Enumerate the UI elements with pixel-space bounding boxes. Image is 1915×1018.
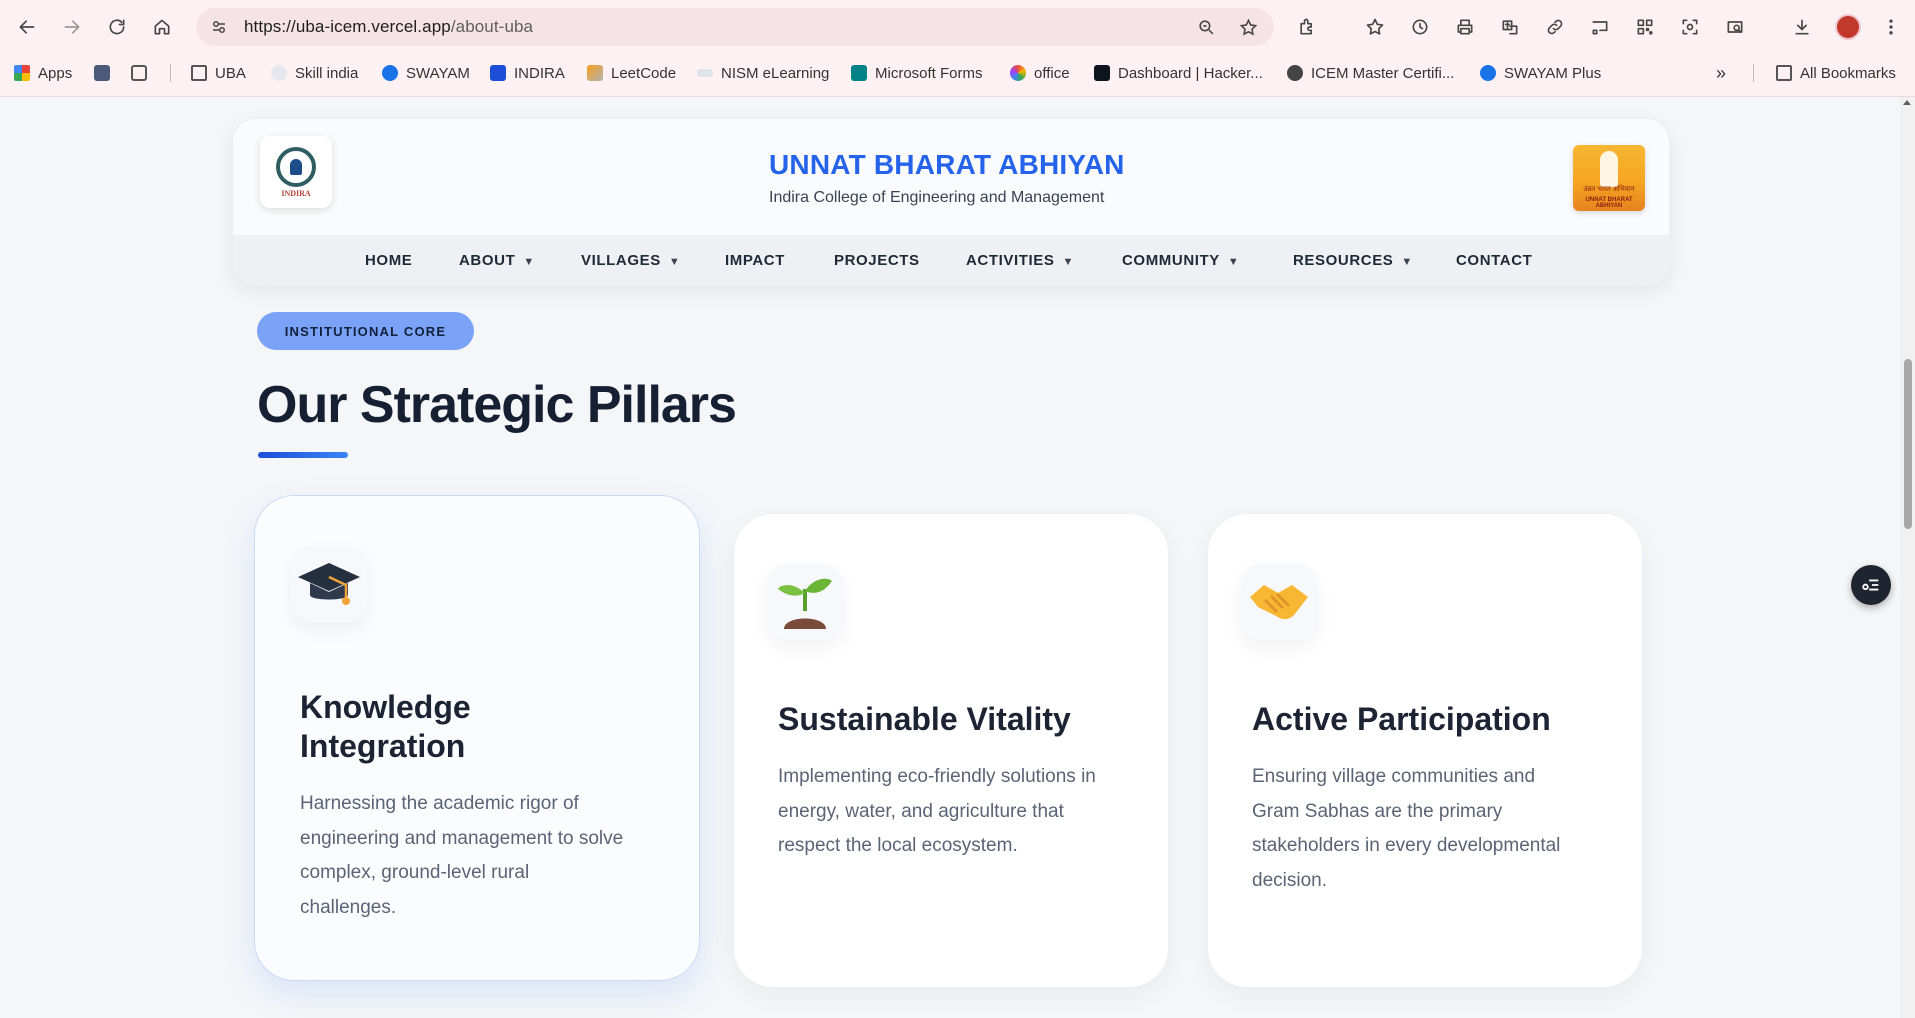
skill-india-icon	[271, 65, 287, 81]
translate-icon[interactable]	[1494, 11, 1526, 43]
indira-icon	[490, 65, 506, 81]
scroll-up-arrow-icon[interactable]	[1903, 100, 1911, 105]
pillar-card-knowledge[interactable]: Knowledge Integration Harnessing the aca…	[254, 495, 700, 981]
forward-icon[interactable]	[56, 11, 88, 43]
site-subtitle: Indira College of Engineering and Manage…	[769, 189, 1105, 206]
more-bookmarks-icon[interactable]: »	[1716, 56, 1726, 90]
url-text[interactable]: https://uba-icem.vercel.app/about-uba	[244, 17, 533, 37]
bookmark-nism[interactable]: NISM eLearning	[697, 56, 829, 90]
home-icon[interactable]	[146, 11, 178, 43]
bookmark-leetcode[interactable]: LeetCode	[587, 56, 676, 90]
title-underline	[258, 452, 348, 458]
leetcode-icon	[587, 65, 603, 81]
nav-about[interactable]: ABOUT ▼	[459, 252, 535, 269]
print-icon[interactable]	[1449, 11, 1481, 43]
graduation-cap-icon	[291, 546, 367, 622]
nav-activities[interactable]: ACTIVITIES ▼	[966, 252, 1074, 269]
bookmark-skill-india[interactable]: Skill india	[271, 56, 358, 90]
seedling-icon	[767, 564, 843, 640]
pillar-description: Ensuring village communities and Gram Sa…	[1252, 766, 1561, 891]
tab-groups-icon	[131, 65, 147, 81]
back-icon[interactable]	[11, 11, 43, 43]
forms-icon	[851, 65, 867, 81]
bookmark-square-app[interactable]	[94, 56, 110, 90]
dropdown-caret-icon: ▼	[1227, 256, 1240, 268]
bookmark-star-icon[interactable]	[1234, 13, 1262, 41]
bookmark-microsoft-forms[interactable]: Microsoft Forms	[851, 56, 983, 90]
apps-grid-icon	[14, 65, 30, 81]
nav-projects[interactable]: PROJECTS	[834, 252, 920, 269]
nav-contact[interactable]: CONTACT	[1456, 252, 1532, 269]
profile-avatar[interactable]	[1835, 14, 1861, 40]
hackerrank-icon	[1094, 65, 1110, 81]
menu-kebab-icon[interactable]	[1875, 11, 1907, 43]
bookmark-hackerrank[interactable]: Dashboard | Hacker...	[1094, 56, 1263, 90]
office-icon	[1010, 65, 1026, 81]
nism-icon	[697, 69, 713, 77]
screenshot-icon[interactable]	[1674, 11, 1706, 43]
site-title[interactable]: UNNAT BHARAT ABHIYAN	[769, 149, 1125, 181]
nav-home[interactable]: HOME	[365, 252, 412, 269]
bookmark-swayam[interactable]: SWAYAM	[382, 56, 470, 90]
gandhi-figure-icon	[1600, 151, 1618, 187]
nav-impact[interactable]: IMPACT	[725, 252, 785, 269]
pillar-description: Harnessing the academic rigor of enginee…	[300, 793, 624, 918]
lens-search-icon[interactable]	[1719, 11, 1751, 43]
pillar-title: Sustainable Vitality	[778, 701, 1071, 737]
bookmark-all-bookmarks[interactable]: All Bookmarks	[1776, 56, 1896, 90]
page-content: INDIRA UNNAT BHARAT ABHIYAN Indira Colle…	[0, 97, 1915, 1018]
dropdown-caret-icon: ▼	[1401, 256, 1413, 268]
copy-link-icon[interactable]	[1539, 11, 1571, 43]
bookmark-apps[interactable]: Apps	[14, 56, 72, 90]
pillar-title: Active Participation	[1252, 701, 1551, 737]
extensions-icon[interactable]	[1291, 11, 1323, 43]
bookmark-office[interactable]: office	[1010, 56, 1070, 90]
favorites-icon[interactable]	[1359, 11, 1391, 43]
site-settings-icon[interactable]	[208, 16, 230, 38]
floating-menu-button[interactable]	[1851, 565, 1891, 605]
uba-logo[interactable]: उन्नत भारत अभियान UNNAT BHARAT ABHIYAN	[1573, 145, 1645, 211]
browser-toolbar: https://uba-icem.vercel.app/about-uba	[0, 0, 1915, 54]
dropdown-caret-icon: ▼	[523, 256, 535, 268]
bookmark-uba[interactable]: UBA	[191, 56, 246, 90]
history-icon[interactable]	[1404, 11, 1436, 43]
downloads-icon[interactable]	[1786, 11, 1818, 43]
swayam-icon	[382, 65, 398, 81]
square-app-icon	[94, 65, 110, 81]
pillar-title: Knowledge Integration	[300, 689, 471, 764]
browser-chrome: https://uba-icem.vercel.app/about-uba Ap…	[0, 0, 1915, 97]
pillar-card-participation[interactable]: Active Participation Ensuring village co…	[1207, 513, 1643, 988]
dropdown-caret-icon: ▼	[668, 256, 681, 268]
globe-icon	[1287, 65, 1303, 81]
page-scrollbar[interactable]	[1900, 97, 1915, 1018]
indira-emblem-icon	[276, 146, 316, 187]
folder-icon	[1776, 65, 1792, 81]
site-header: INDIRA UNNAT BHARAT ABHIYAN Indira Colle…	[232, 118, 1670, 286]
address-bar[interactable]: https://uba-icem.vercel.app/about-uba	[196, 8, 1274, 46]
folder-icon	[191, 65, 207, 81]
bookmark-tab-groups[interactable]	[131, 56, 147, 90]
handshake-icon	[1241, 564, 1317, 640]
nav-villages[interactable]: VILLAGES ▼	[581, 252, 680, 269]
reload-icon[interactable]	[101, 11, 133, 43]
main-nav: HOME ABOUT ▼ VILLAGES ▼ IMPACT PROJECTS AC…	[233, 235, 1669, 285]
swayam-icon	[1480, 65, 1496, 81]
bookmark-indira[interactable]: INDIRA	[490, 56, 565, 90]
list-settings-icon	[1862, 579, 1879, 591]
qr-code-icon[interactable]	[1629, 11, 1661, 43]
section-title: Our Strategic Pillars	[257, 376, 737, 434]
pillar-card-sustainability[interactable]: Sustainable Vitality Implementing eco-fr…	[733, 513, 1169, 988]
zoom-icon[interactable]	[1192, 13, 1220, 41]
nav-community[interactable]: COMMUNITY ▼	[1122, 252, 1239, 269]
bookmark-icem[interactable]: ICEM Master Certifi...	[1287, 56, 1454, 90]
cast-icon[interactable]	[1584, 11, 1616, 43]
bookmarks-bar: Apps UBA Skill india SWAYAM INDIRA LeetC…	[0, 56, 1915, 90]
nav-resources[interactable]: RESOURCES ▼	[1293, 252, 1413, 269]
pillar-description: Implementing eco-friendly solutions in e…	[778, 766, 1096, 856]
scroll-thumb[interactable]	[1904, 359, 1912, 529]
indira-logo[interactable]: INDIRA	[260, 136, 332, 208]
section-badge: INSTITUTIONAL CORE	[257, 312, 474, 350]
dropdown-caret-icon: ▼	[1062, 256, 1075, 268]
bookmark-swayam-plus[interactable]: SWAYAM Plus	[1480, 56, 1601, 90]
